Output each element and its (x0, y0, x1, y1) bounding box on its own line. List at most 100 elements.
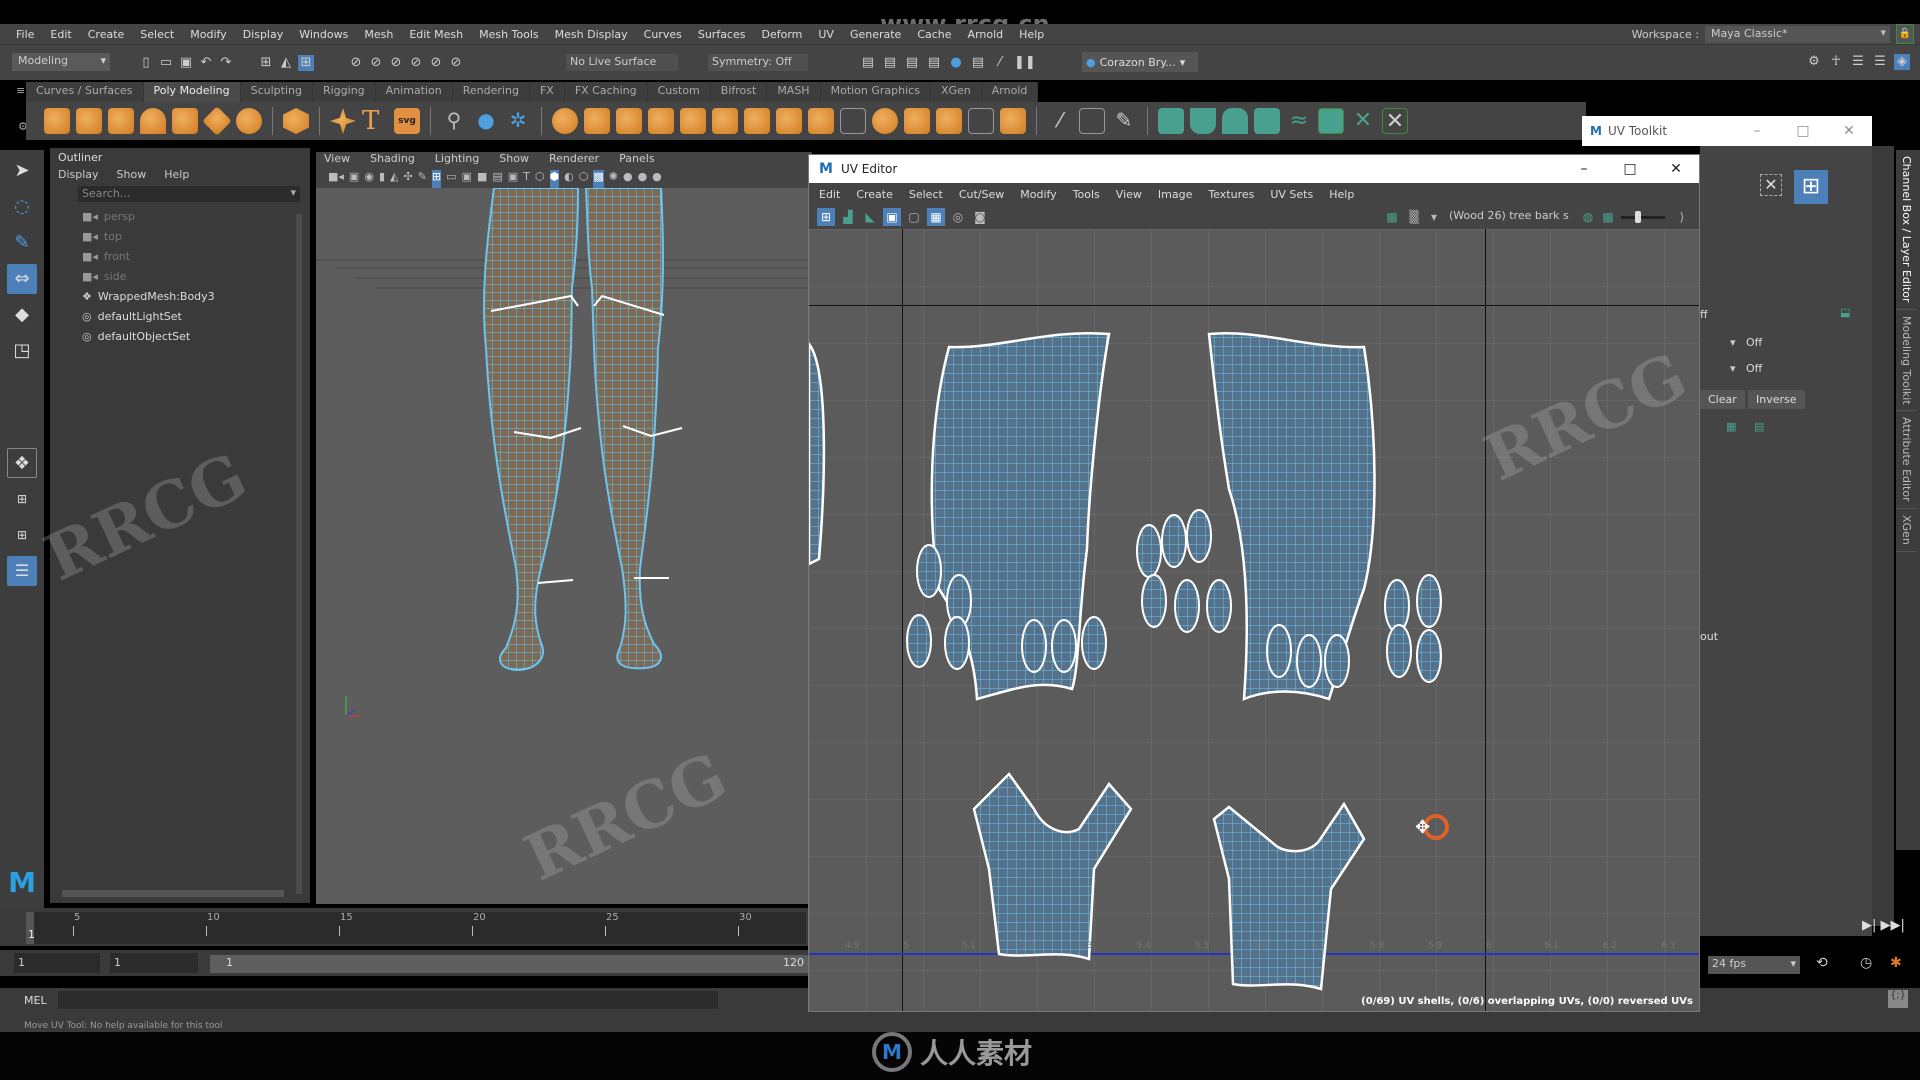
menu-help[interactable]: Help (1011, 28, 1052, 41)
menu-surfaces[interactable]: Surfaces (690, 28, 754, 41)
render-settings-icon[interactable]: ▤ (904, 55, 920, 71)
four-view-layout-icon[interactable]: ⊞ (7, 484, 37, 514)
two-pane-layout-icon[interactable]: ⊞ (7, 520, 37, 550)
bookmark-icon[interactable]: ▮ (379, 170, 385, 188)
shelf-tab-sculpting[interactable]: Sculpting (241, 82, 313, 102)
bevel-icon[interactable] (616, 108, 642, 134)
inverse-button[interactable]: Inverse (1748, 390, 1805, 409)
undo-icon[interactable]: ↶ (198, 55, 214, 71)
slide-edge-icon[interactable] (1000, 108, 1026, 134)
extrude-icon[interactable] (552, 108, 578, 134)
uv-menu-uv-sets[interactable]: UV Sets (1262, 188, 1321, 201)
menu-cache[interactable]: Cache (909, 28, 959, 41)
select-object-icon[interactable]: ◭ (278, 55, 294, 71)
snap-point-icon[interactable]: ⊘ (388, 55, 404, 71)
outliner-scrollbar[interactable] (296, 214, 302, 894)
target-weld-icon[interactable] (936, 108, 962, 134)
lights-icon[interactable]: ✺ (609, 170, 618, 188)
uv-menu-create[interactable]: Create (848, 188, 901, 201)
image-ratio-icon[interactable]: ▩ (1599, 208, 1617, 226)
tab-xgen[interactable]: XGen (1896, 509, 1917, 552)
edit-edge-flow-icon[interactable] (1079, 108, 1105, 134)
exposure-slider[interactable] (1621, 211, 1665, 223)
gate-mask-icon[interactable]: ■ (477, 170, 487, 188)
menu-deform[interactable]: Deform (753, 28, 810, 41)
outliner-item[interactable]: ■◂ side (50, 266, 310, 286)
combine-icon[interactable]: ⚲ (441, 108, 467, 134)
uv-tools-icon[interactable]: ✕ (1382, 108, 1408, 134)
unfold-icon[interactable]: ≈ (1286, 108, 1312, 134)
time-ticks[interactable]: 1 510152025303540455055 (26, 912, 1417, 944)
shelf-tab-arnold[interactable]: Arnold (982, 82, 1039, 102)
wireframe-on-shaded-icon[interactable]: ⬡ (579, 170, 589, 188)
uv-menu-view[interactable]: View (1108, 188, 1150, 201)
shelf-tab-curves-surfaces[interactable]: Curves / Surfaces (26, 82, 144, 102)
separate-icon[interactable]: ● (473, 108, 499, 134)
select-tool-icon[interactable]: ➤ (7, 156, 37, 186)
perspective-viewport[interactable] (316, 188, 810, 904)
ipr-render-icon[interactable]: ▤ (882, 55, 898, 71)
menu-mesh-display[interactable]: Mesh Display (547, 28, 636, 41)
uv-editor-icon[interactable] (1318, 108, 1344, 134)
redo-icon[interactable]: ↷ (218, 55, 234, 71)
poly-torus-icon[interactable] (172, 108, 198, 134)
render-frame-icon[interactable]: ▤ (860, 55, 876, 71)
multi-cut-icon[interactable] (872, 108, 898, 134)
dropdown-arrow-icon[interactable]: ▾ (1730, 336, 1736, 349)
wireframe-icon[interactable]: ⬡ (535, 170, 545, 188)
mel-input[interactable] (58, 991, 718, 1009)
shelf-tab-animation[interactable]: Animation (376, 82, 453, 102)
connect-icon[interactable] (968, 108, 994, 134)
shelf-tab-rendering[interactable]: Rendering (453, 82, 530, 102)
close-icon[interactable]: ✕ (1826, 123, 1872, 139)
automatic-mapping-icon[interactable] (1254, 108, 1280, 134)
menu-edit[interactable]: Edit (42, 28, 79, 41)
loop-icon[interactable]: ⟲ (1816, 955, 1828, 971)
circularize-icon[interactable] (808, 108, 834, 134)
single-perspective-layout-icon[interactable]: ❖ (7, 448, 37, 478)
insert-edge-loop-icon[interactable] (840, 108, 866, 134)
uv-rotate-icon[interactable]: ◣ (861, 208, 879, 226)
append-icon[interactable] (648, 108, 674, 134)
safe-title-icon[interactable]: T (523, 170, 530, 188)
animation-start-field[interactable]: 1 (14, 953, 100, 973)
grease-pencil-icon[interactable]: ✎ (418, 170, 427, 188)
outliner-item[interactable]: ■◂ top (50, 226, 310, 246)
shelf-tab-mash[interactable]: MASH (767, 82, 821, 102)
ambient-occlusion-icon[interactable]: ● (638, 170, 648, 188)
snapshot-icon[interactable]: ◙ (971, 208, 989, 226)
field-chart-icon[interactable]: ▤ (492, 170, 502, 188)
shelf-tab-custom[interactable]: Custom (648, 82, 711, 102)
uv-toolkit-titlebar[interactable]: M UV Toolkit – □ ✕ (1582, 116, 1872, 146)
shelf-tab-fx[interactable]: FX (530, 82, 565, 102)
lock-icon[interactable]: 🔒 (1896, 24, 1914, 44)
outliner-item[interactable]: ■◂ front (50, 246, 310, 266)
fps-dropdown[interactable]: 24 fps (1708, 956, 1800, 974)
outliner-layout-icon[interactable]: ☰ (7, 556, 37, 586)
snap-curve-icon[interactable]: ⊘ (368, 55, 384, 71)
platonic-solid-icon[interactable] (283, 108, 309, 134)
planar-mapping-icon[interactable] (1158, 108, 1184, 134)
uv-menu-modify[interactable]: Modify (1012, 188, 1064, 201)
resolution-gate-icon[interactable]: ▣ (462, 170, 472, 188)
script-editor-icon[interactable]: {;} (1888, 990, 1908, 1008)
cylindrical-mapping-icon[interactable] (1190, 108, 1216, 134)
viewport-menu-panels[interactable]: Panels (619, 152, 654, 170)
menu-windows[interactable]: Windows (291, 28, 356, 41)
toolkit-option-1[interactable]: Off (1746, 336, 1762, 349)
open-scene-icon[interactable]: ▭ (158, 55, 174, 71)
workspace-dropdown[interactable]: Maya Classic* (1705, 26, 1890, 43)
expand-toolbar-icon[interactable]: ⟩ (1673, 208, 1691, 226)
safe-action-icon[interactable]: ▣ (508, 170, 518, 188)
menu-edit-mesh[interactable]: Edit Mesh (401, 28, 471, 41)
dropdown-arrow-icon[interactable]: ▾ (1730, 362, 1736, 375)
menu-curves[interactable]: Curves (636, 28, 690, 41)
shaded-uv-icon[interactable]: ◎ (949, 208, 967, 226)
rotate-tool-icon[interactable]: ◆ (7, 300, 37, 330)
modeling-toolkit-icon[interactable]: ⚙ (1806, 54, 1822, 70)
smooth-shade-icon[interactable]: ⬢ (549, 170, 560, 188)
outliner-menu-show[interactable]: Show (117, 168, 147, 181)
svg-icon[interactable]: svg (394, 108, 420, 134)
viewport-menu-lighting[interactable]: Lighting (435, 152, 479, 170)
poly-cube-icon[interactable] (76, 108, 102, 134)
